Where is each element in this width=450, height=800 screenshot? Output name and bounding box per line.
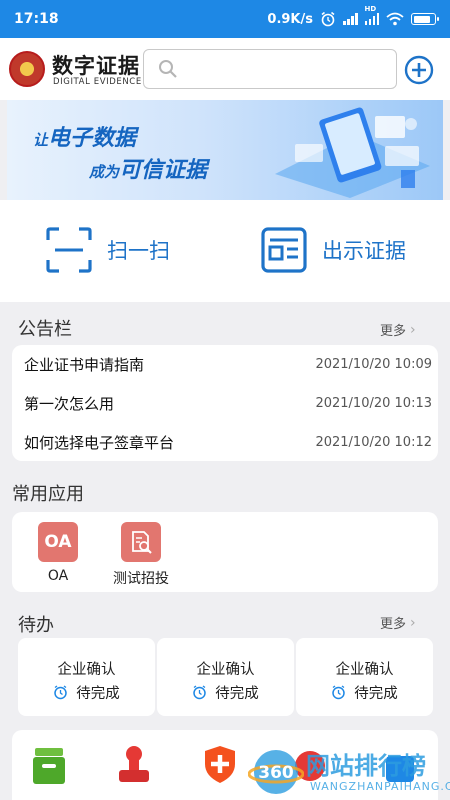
signal-icon (343, 13, 358, 25)
promo-banner[interactable]: 让电子数据 成为可信证据 (7, 100, 443, 200)
hd-tag: HD (364, 5, 377, 13)
notice-item-date: 2021/10/20 10:09 (315, 357, 432, 372)
apps-card: OA OA 测试招投 (12, 512, 438, 592)
app-oa[interactable]: OA OA (22, 522, 94, 584)
scan-label: 扫一扫 (107, 239, 170, 263)
apps-section-title: 常用应用 (12, 484, 84, 505)
chevron-right-icon: › (410, 614, 416, 631)
court-emblem-logo (9, 51, 45, 87)
scan-button[interactable]: 扫一扫 (45, 226, 170, 274)
chevron-right-icon: › (410, 321, 416, 338)
watermark: 360 网站排行榜 WANGZHANPAIHANG.CN (248, 744, 450, 800)
app-test-bidding[interactable]: 测试招投 (105, 522, 177, 588)
show-evidence-button[interactable]: 出示证据 (260, 226, 406, 274)
todo-card-title: 企业确认 (57, 662, 116, 678)
notice-item[interactable]: 第一次怎么用 2021/10/20 10:13 (12, 384, 438, 423)
todo-card-status: 待完成 (296, 682, 433, 703)
app-logo-title: 数字证据 (52, 54, 140, 78)
todo-more-link[interactable]: 更多 › (380, 613, 416, 633)
app-header: 数字证据 DIGITAL EVIDENCE (0, 38, 450, 100)
todo-section-title: 待办 (18, 615, 54, 636)
app-label: 测试招投 (113, 571, 169, 587)
todo-more-label: 更多 (380, 617, 407, 632)
clock-icon (332, 685, 345, 700)
notice-section-title: 公告栏 (18, 319, 72, 340)
oa-icon: OA (38, 522, 78, 562)
notice-more-link[interactable]: 更多 › (380, 320, 416, 340)
app-logo-subtitle: DIGITAL EVIDENCE (53, 77, 142, 87)
status-time: 17:18 (14, 11, 59, 27)
todo-card-title: 企业确认 (335, 662, 394, 678)
svg-text:360: 360 (258, 763, 294, 783)
clock-icon (54, 685, 67, 700)
watermark-url: WANGZHANPAIHANG.CN (310, 780, 450, 793)
wifi-icon (386, 12, 404, 26)
app-label: OA (47, 568, 69, 584)
search-icon (159, 60, 177, 78)
quick-actions: 扫一扫 出示证据 (0, 200, 450, 302)
show-evidence-label: 出示证据 (322, 239, 406, 263)
todo-card[interactable]: 企业确认 待完成 (18, 638, 155, 716)
todo-card-status: 待完成 (18, 682, 155, 703)
alarm-icon (321, 11, 335, 27)
notice-item-date: 2021/10/20 10:12 (315, 435, 432, 450)
notice-item-date: 2021/10/20 10:13 (315, 396, 432, 411)
notice-item-title: 企业证书申请指南 (24, 356, 145, 374)
notice-item[interactable]: 如何选择电子签章平台 2021/10/20 10:12 (12, 423, 438, 462)
status-bar: 17:18 0.9K/s HD (0, 0, 450, 38)
todo-card-title: 企业确认 (196, 662, 255, 678)
notice-item-title: 如何选择电子签章平台 (24, 434, 175, 452)
clock-icon (193, 685, 206, 700)
search-box[interactable] (143, 49, 397, 89)
banner-line-1: 让电子数据 (33, 126, 137, 151)
notice-more-label: 更多 (380, 324, 407, 339)
watermark-360-logo: 360 (248, 750, 304, 794)
archive-box-icon[interactable] (32, 744, 66, 784)
document-search-icon (121, 522, 161, 562)
signal-hd-icon (364, 13, 379, 25)
notice-item-title: 第一次怎么用 (24, 395, 115, 413)
seal-stamp-icon[interactable] (116, 744, 152, 784)
search-input[interactable] (184, 50, 389, 88)
notice-card: 企业证书申请指南 2021/10/20 10:09 第一次怎么用 2021/10… (12, 345, 438, 461)
watermark-text: 网站排行榜 (306, 752, 426, 780)
medical-shield-icon[interactable] (202, 744, 238, 784)
add-button[interactable] (404, 55, 434, 85)
todo-card[interactable]: 企业确认 待完成 (157, 638, 294, 716)
todo-card-status: 待完成 (157, 682, 294, 703)
banner-line-2: 成为可信证据 (89, 158, 208, 183)
scan-icon (46, 227, 92, 273)
network-speed: 0.9K/s (267, 11, 313, 27)
notice-item[interactable]: 企业证书申请指南 2021/10/20 10:09 (12, 345, 438, 384)
evidence-card-icon (261, 227, 307, 273)
banner-illustration (275, 107, 430, 198)
todo-card[interactable]: 企业确认 待完成 (296, 638, 433, 716)
battery-icon (411, 13, 439, 25)
